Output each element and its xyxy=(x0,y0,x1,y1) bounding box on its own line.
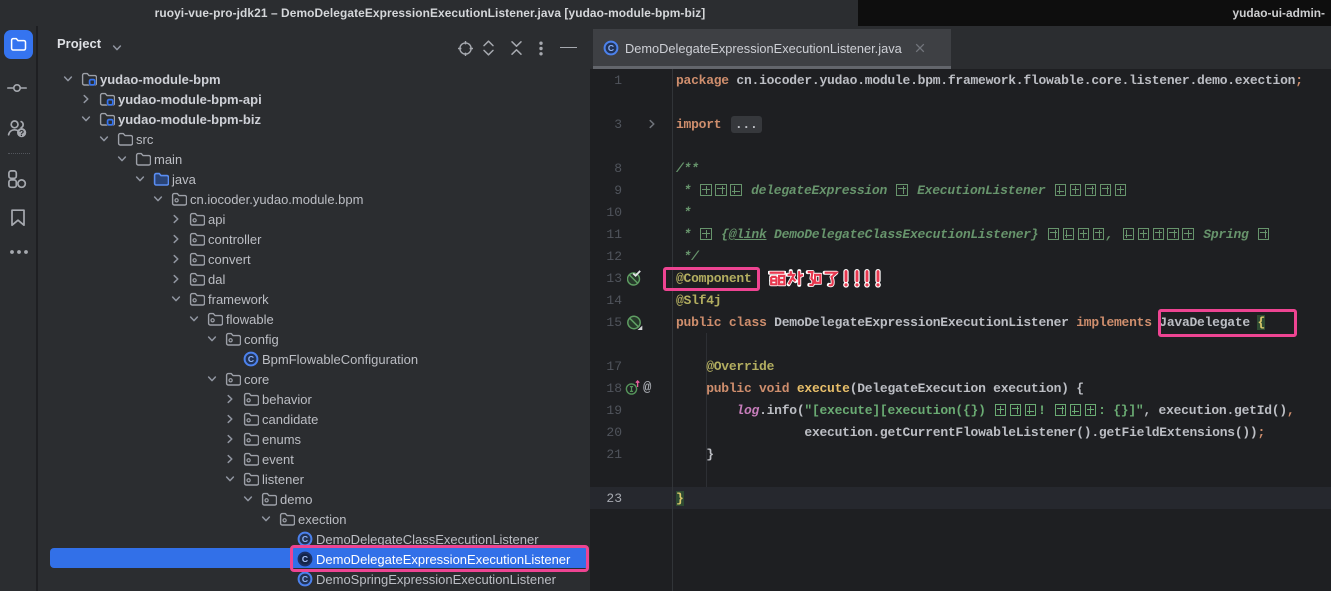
svg-text:?: ? xyxy=(19,128,24,138)
svg-text:C: C xyxy=(608,43,614,53)
svg-text:C: C xyxy=(247,354,253,364)
svg-text:C: C xyxy=(301,574,307,584)
svg-text:C: C xyxy=(301,534,307,544)
